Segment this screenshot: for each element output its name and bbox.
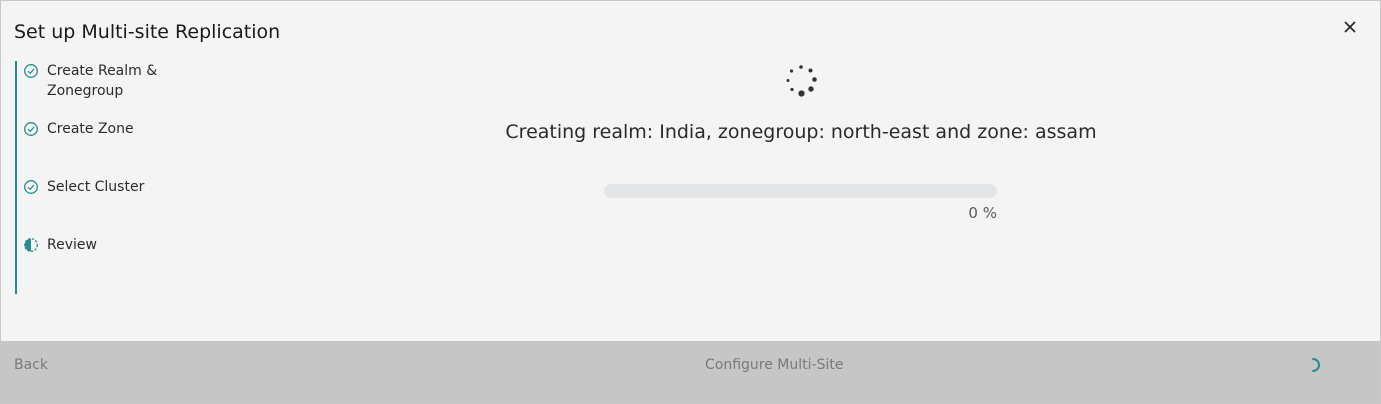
step-create-zone[interactable]: Create Zone (17, 119, 167, 139)
step-create-realm-zonegroup[interactable]: Create Realm & Zonegroup (17, 61, 167, 101)
step-label: Create Realm & Zonegroup (47, 63, 158, 99)
progress-panel: Creating realm: India, zonegroup: north-… (421, 57, 1181, 237)
step-select-cluster[interactable]: Select Cluster (17, 177, 167, 197)
back-button[interactable]: Back (14, 355, 48, 375)
step-label: Select Cluster (47, 179, 145, 195)
step-review[interactable]: Review (17, 235, 167, 255)
modal-title: Set up Multi-site Replication (14, 21, 281, 43)
half-circle-icon (24, 238, 38, 252)
loading-spinner-icon (786, 65, 817, 97)
modal-footer: Back Configure Multi-Site (1, 341, 1380, 403)
check-circle-icon (24, 64, 38, 78)
check-circle-icon (24, 180, 38, 194)
progress-percentage: 0 % (968, 204, 997, 222)
multisite-wizard-modal: Set up Multi-site Replication Create Rea… (0, 0, 1381, 404)
progress-bar (604, 184, 997, 198)
wizard-stepper: Create Realm & Zonegroup Create Zone Sel… (15, 61, 217, 294)
configure-multisite-button[interactable]: Configure Multi-Site (705, 355, 843, 375)
step-label: Review (47, 237, 97, 253)
status-message: Creating realm: India, zonegroup: north-… (505, 121, 1097, 143)
step-label: Create Zone (47, 121, 134, 137)
loading-arc-icon (1312, 358, 1320, 372)
close-button[interactable] (1338, 15, 1362, 39)
close-icon (1344, 21, 1356, 33)
check-circle-icon (24, 122, 38, 136)
